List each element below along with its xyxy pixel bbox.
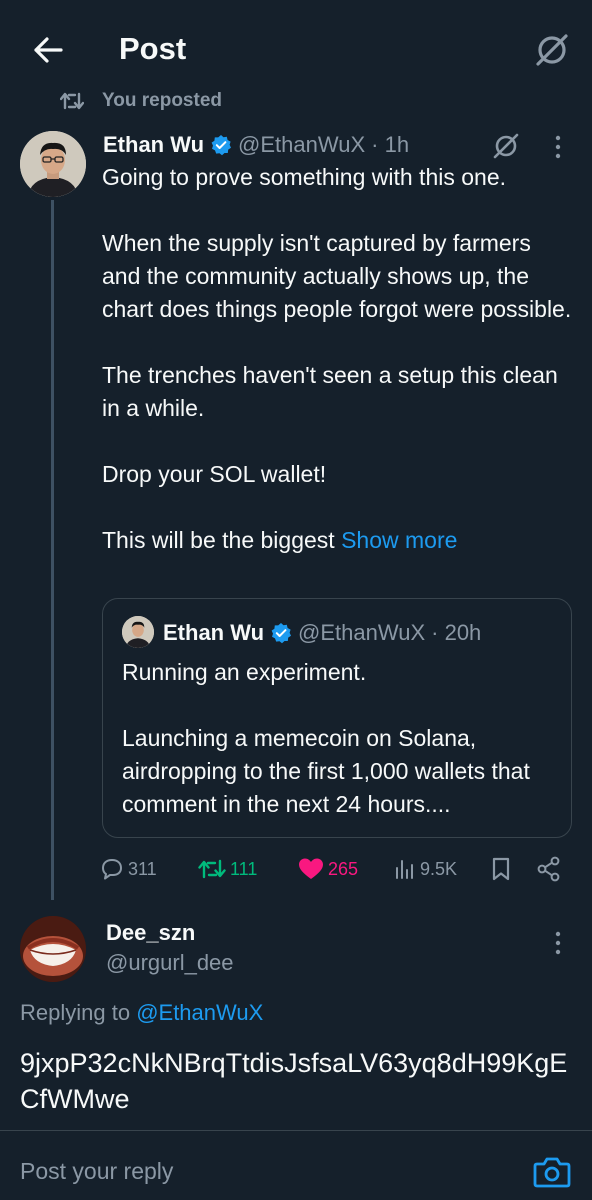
avatar-image xyxy=(20,916,86,982)
tweet-paragraph: When the supply isn't captured by farmer… xyxy=(102,230,572,322)
quote-paragraph: Launching a memecoin on Solana, airdropp… xyxy=(122,725,530,817)
repost-icon xyxy=(198,859,226,879)
reply-author-name[interactable]: Dee_szn xyxy=(106,920,195,946)
composer-divider xyxy=(0,1130,592,1131)
repost-icon xyxy=(60,92,84,110)
avatar[interactable] xyxy=(20,131,86,197)
thread-connector xyxy=(51,200,54,900)
heart-icon xyxy=(299,858,323,879)
top-bar: Post xyxy=(0,0,592,92)
more-options-icon[interactable] xyxy=(548,132,568,162)
replying-to: Replying to @EthanWuX xyxy=(20,1000,263,1026)
reply-composer-input[interactable]: Post your reply xyxy=(20,1158,173,1185)
reply-text: 9jxpP32cNkNBrqTtdisJsfsaLV63yq8dH99KgECf… xyxy=(20,1048,568,1114)
show-more-link[interactable]: Show more xyxy=(341,527,457,553)
reply-button[interactable]: 311 xyxy=(100,852,157,886)
tweet-last-line: This will be the biggest xyxy=(102,527,342,553)
repost-indicator: You reposted xyxy=(60,88,222,114)
page-title: Post xyxy=(119,31,187,66)
grok-icon xyxy=(536,34,568,66)
like-count: 265 xyxy=(328,858,359,879)
quote-paragraph: Running an experiment. xyxy=(122,659,367,685)
grok-icon[interactable] xyxy=(490,130,522,162)
tweet-paragraph: Going to prove something with this one. xyxy=(102,164,507,190)
back-button[interactable] xyxy=(28,30,68,70)
author-name[interactable]: Ethan Wu xyxy=(103,132,204,158)
reply-icon xyxy=(102,859,122,880)
author-handle[interactable]: @EthanWuX xyxy=(238,132,365,158)
quote-header: Ethan Wu @EthanWuX · 20h xyxy=(163,617,481,649)
views-button[interactable]: 9.5K xyxy=(394,852,457,886)
reply-avatar[interactable] xyxy=(20,916,86,982)
tweet-header: Ethan Wu @EthanWuX · 1h xyxy=(103,130,409,160)
repost-count: 111 xyxy=(230,858,258,879)
tweet-paragraph: The trenches haven't seen a setup this c… xyxy=(102,362,558,421)
quoted-post[interactable]: Ethan Wu @EthanWuX · 20h Running an expe… xyxy=(102,598,572,838)
view-count: 9.5K xyxy=(420,858,458,879)
tweet-paragraph-last: This will be the biggest Show more xyxy=(102,524,572,557)
repost-button[interactable]: 111 xyxy=(198,852,257,886)
quote-author-handle: @EthanWuX xyxy=(298,620,426,645)
replying-mention-link[interactable]: @EthanWuX xyxy=(136,1000,263,1025)
bar-chart-icon xyxy=(396,860,413,879)
tweet-paragraph: Drop your SOL wallet! xyxy=(102,461,327,487)
verified-badge-icon xyxy=(211,135,232,156)
bookmark-button[interactable] xyxy=(490,852,512,886)
action-bar: 311 111 265 9.5K xyxy=(100,852,570,886)
share-icon xyxy=(537,856,560,882)
arrow-left-icon xyxy=(34,37,63,63)
avatar-image xyxy=(20,131,86,197)
quote-text: Running an experiment. Launching a memec… xyxy=(122,656,562,821)
reply-author-handle[interactable]: @urgurl_dee xyxy=(106,950,234,976)
quote-avatar xyxy=(122,616,154,648)
camera-icon[interactable] xyxy=(532,1154,572,1190)
grok-button[interactable] xyxy=(530,28,574,72)
repost-label: You reposted xyxy=(102,90,222,111)
reply-count: 311 xyxy=(128,858,157,879)
bookmark-icon xyxy=(492,857,510,881)
more-options-icon[interactable] xyxy=(548,928,568,958)
tweet-text: Going to prove something with this one. … xyxy=(102,161,572,557)
tweet-time[interactable]: · 1h xyxy=(371,132,409,158)
replying-prefix: Replying to xyxy=(20,1000,137,1025)
quote-time: · 20h xyxy=(431,620,482,645)
like-button[interactable]: 265 xyxy=(298,852,358,886)
verified-badge-icon xyxy=(271,623,292,644)
share-button[interactable] xyxy=(536,852,562,886)
avatar-image xyxy=(122,616,154,648)
quote-author-name: Ethan Wu xyxy=(163,620,265,645)
